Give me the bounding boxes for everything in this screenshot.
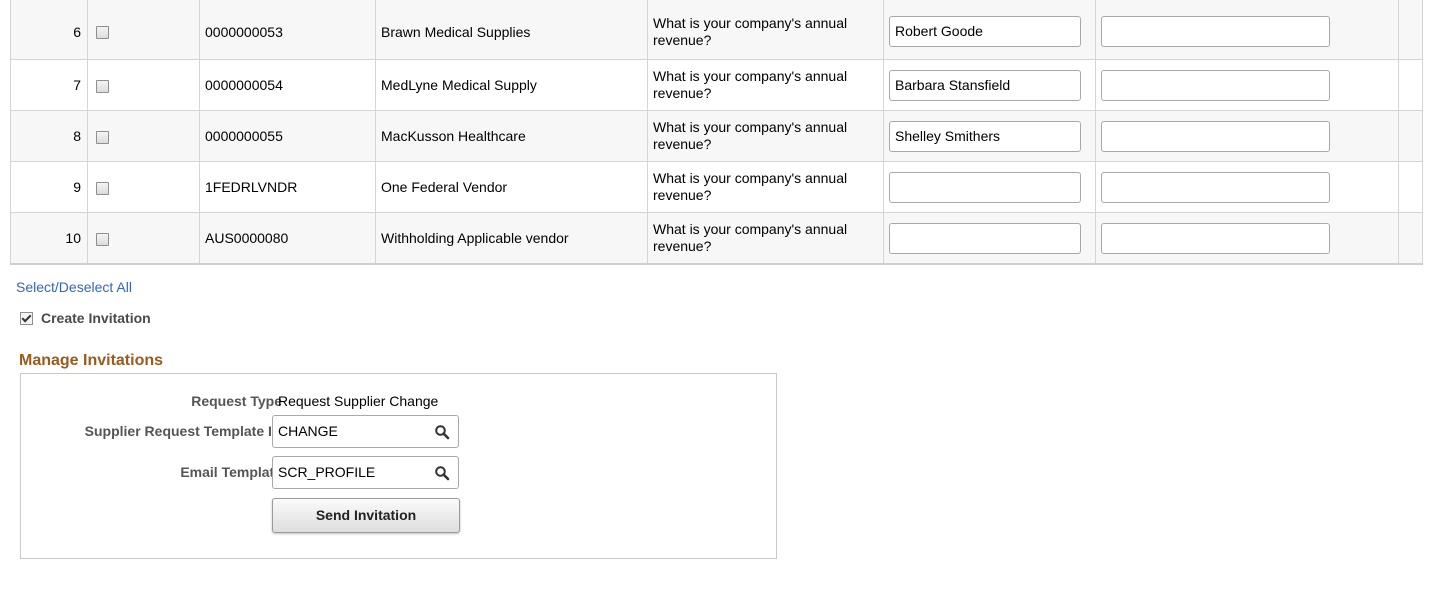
row-select-checkbox[interactable] (96, 130, 109, 144)
supplier-name: One Federal Vendor (375, 161, 648, 213)
table-row: 7 0000000054 MedLyne Medical Supply What… (10, 59, 1423, 111)
row-number: 6 (10, 0, 88, 60)
template-id-field[interactable]: CHANGE (272, 415, 459, 448)
supplier-id: AUS0000080 (199, 212, 376, 265)
answer-input[interactable] (889, 222, 1081, 254)
answer-input[interactable]: Robert Goode (889, 16, 1081, 47)
question-text: What is your company's annual revenue? (647, 110, 884, 162)
search-icon[interactable] (434, 465, 450, 481)
supplier-name: MedLyne Medical Supply (375, 59, 648, 111)
row-number: 9 (10, 161, 88, 213)
answer-input[interactable]: Shelley Smithers (889, 120, 1081, 152)
supplier-id: 1FEDRLVNDR (199, 161, 376, 213)
answer-input[interactable]: Barbara Stansfield (889, 69, 1081, 101)
search-icon[interactable] (434, 424, 450, 440)
supplier-name: MacKusson Healthcare (375, 110, 648, 162)
create-invitation-option: Create Invitation (20, 310, 151, 326)
request-type-value: Request Supplier Change (278, 393, 439, 409)
send-invitation-button[interactable]: Send Invitation (272, 498, 460, 533)
question-text: What is your company's annual revenue? (647, 161, 884, 213)
extra-input[interactable] (1101, 120, 1330, 152)
supplier-grid: 6 0000000053 Brawn Medical Supplies What… (10, 0, 1423, 265)
extra-input[interactable] (1101, 69, 1330, 101)
table-row: 9 1FEDRLVNDR One Federal Vendor What is … (10, 161, 1423, 213)
question-text: What is your company's annual revenue? (647, 0, 884, 60)
extra-input[interactable] (1101, 222, 1330, 254)
email-template-label: Email Template (180, 464, 282, 480)
supplier-name: Brawn Medical Supplies (375, 0, 648, 60)
email-template-field[interactable]: SCR_PROFILE (272, 456, 459, 489)
row-number: 8 (10, 110, 88, 162)
create-invitation-checkbox[interactable] (20, 311, 33, 325)
supplier-id: 0000000053 (199, 0, 376, 60)
table-row: 6 0000000053 Brawn Medical Supplies What… (10, 0, 1423, 60)
row-select-checkbox[interactable] (96, 181, 109, 195)
extra-input[interactable] (1101, 16, 1330, 47)
row-number: 7 (10, 59, 88, 111)
request-type-label: Request Type (191, 393, 282, 409)
table-row: 8 0000000055 MacKusson Healthcare What i… (10, 110, 1423, 162)
row-select-checkbox[interactable] (96, 232, 109, 246)
table-row: 10 AUS0000080 Withholding Applicable ven… (10, 212, 1423, 265)
question-text: What is your company's annual revenue? (647, 59, 884, 111)
extra-input[interactable] (1101, 171, 1330, 203)
supplier-name: Withholding Applicable vendor (375, 212, 648, 265)
row-select-checkbox[interactable] (96, 26, 109, 40)
question-text: What is your company's annual revenue? (647, 212, 884, 265)
create-invitation-label: Create Invitation (41, 310, 151, 326)
template-id-value: CHANGE (278, 423, 338, 439)
manage-invitations-title: Manage Invitations (19, 352, 164, 369)
row-number: 10 (10, 212, 88, 265)
supplier-id: 0000000054 (199, 59, 376, 111)
template-id-label: Supplier Request Template ID (84, 423, 282, 439)
supplier-id: 0000000055 (199, 110, 376, 162)
row-select-checkbox[interactable] (96, 79, 109, 93)
answer-input[interactable] (889, 171, 1081, 203)
email-template-value: SCR_PROFILE (278, 464, 376, 480)
select-deselect-all-link[interactable]: Select/Deselect All (16, 279, 132, 295)
